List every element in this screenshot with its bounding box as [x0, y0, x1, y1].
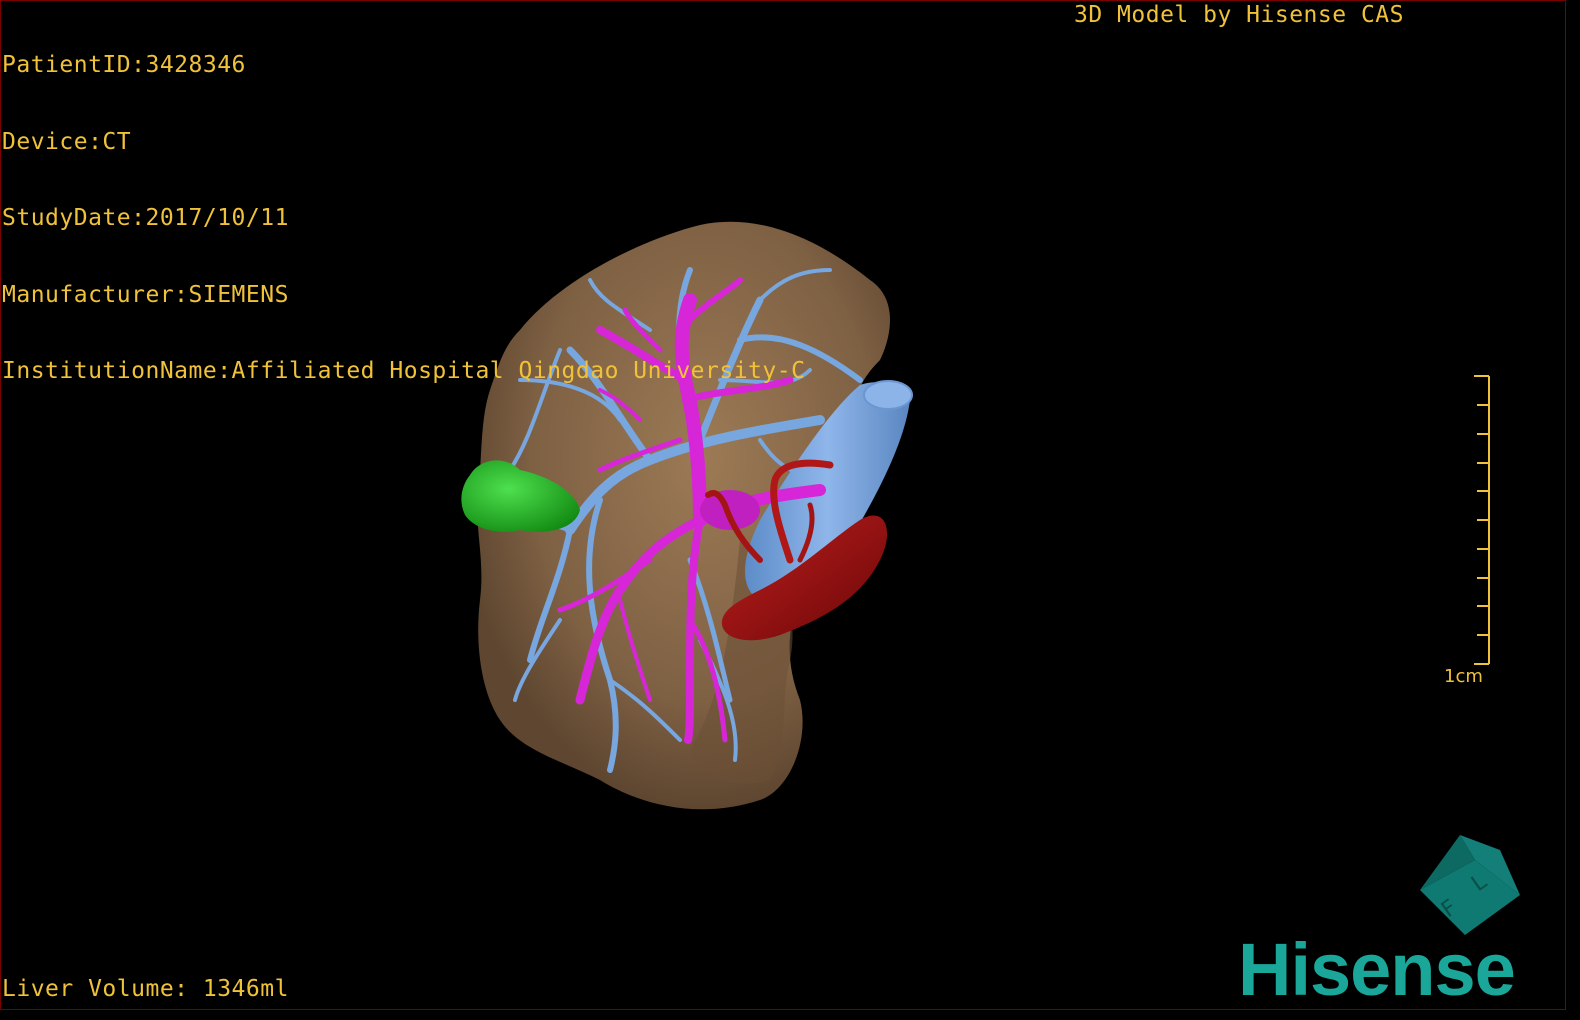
study-date-text: StudyDate:2017/10/11 — [2, 205, 289, 231]
scale-bar — [1474, 375, 1490, 665]
scale-bar-label: 1cm — [1444, 666, 1483, 687]
manufacturer-text: Manufacturer:SIEMENS — [2, 281, 289, 308]
orientation-cube-icon[interactable]: F L — [1420, 835, 1520, 935]
device-text: Device:CT — [2, 128, 132, 155]
dicom-info-overlay: PatientID:3428346 Device:CT StudyDate:20… — [2, 2, 805, 410]
ivc-opening — [863, 380, 913, 410]
liver-volume-text: Liver Volume: 1346ml — [2, 976, 289, 1002]
patient-id-text: PatientID:3428346 — [2, 52, 246, 78]
model-credit-text: 3D Model by Hisense CAS — [1074, 2, 1404, 28]
institution-text: InstitutionName:Affiliated Hospital Qing… — [2, 358, 806, 384]
hisense-logo: Hisense — [1238, 928, 1516, 1011]
